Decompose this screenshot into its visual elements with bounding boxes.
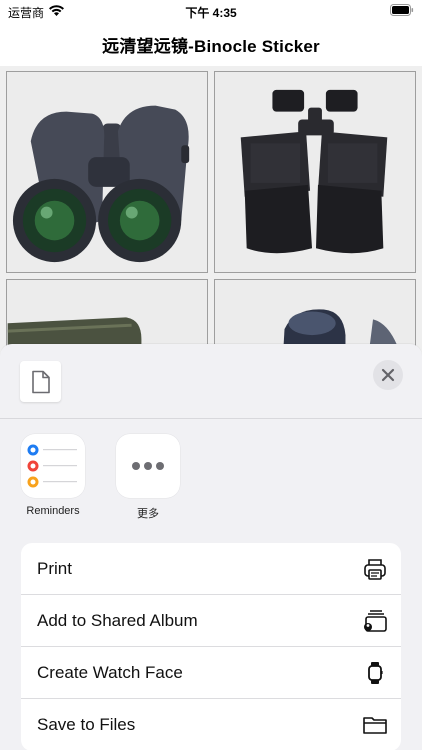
sticker-grid <box>0 66 422 399</box>
battery-icon <box>390 4 414 16</box>
app-label: 更多 <box>137 508 159 520</box>
folder-icon <box>363 717 387 734</box>
app-label: Reminders <box>26 505 80 517</box>
app-more[interactable]: 更多 <box>115 434 181 521</box>
page-title: 远清望远镜-Binocle Sticker <box>102 37 320 56</box>
action-save-files[interactable]: Save to Files <box>21 699 401 751</box>
printer-icon <box>364 559 386 580</box>
action-shared-album[interactable]: Add to Shared Album <box>21 595 401 647</box>
action-watch-face[interactable]: Create Watch Face <box>21 647 401 699</box>
action-print[interactable]: Print <box>21 543 401 595</box>
share-sheet: Reminders 更多 Print Add to Shared Album C… <box>0 344 422 751</box>
action-label: Save to Files <box>37 715 136 734</box>
shared-album-icon <box>364 610 387 632</box>
action-label: Add to Shared Album <box>37 611 198 630</box>
status-bar: 运营商 下午 4:35 <box>0 0 422 22</box>
document-icon <box>32 370 50 394</box>
sticker-binoculars-porro[interactable] <box>214 71 416 273</box>
watch-icon <box>368 662 383 684</box>
action-list: Print Add to Shared Album Create Watch F… <box>21 543 401 751</box>
clock: 下午 4:35 <box>185 6 237 20</box>
action-label: Print <box>37 559 72 578</box>
divider <box>0 418 422 419</box>
sticker-binoculars-compact[interactable] <box>6 71 208 273</box>
more-icon <box>116 434 180 498</box>
document-preview <box>20 361 61 402</box>
action-label: Create Watch Face <box>37 663 183 682</box>
close-button[interactable] <box>373 360 403 390</box>
reminders-icon <box>21 434 85 498</box>
app-reminders[interactable]: Reminders <box>20 434 86 517</box>
close-icon <box>381 368 395 382</box>
